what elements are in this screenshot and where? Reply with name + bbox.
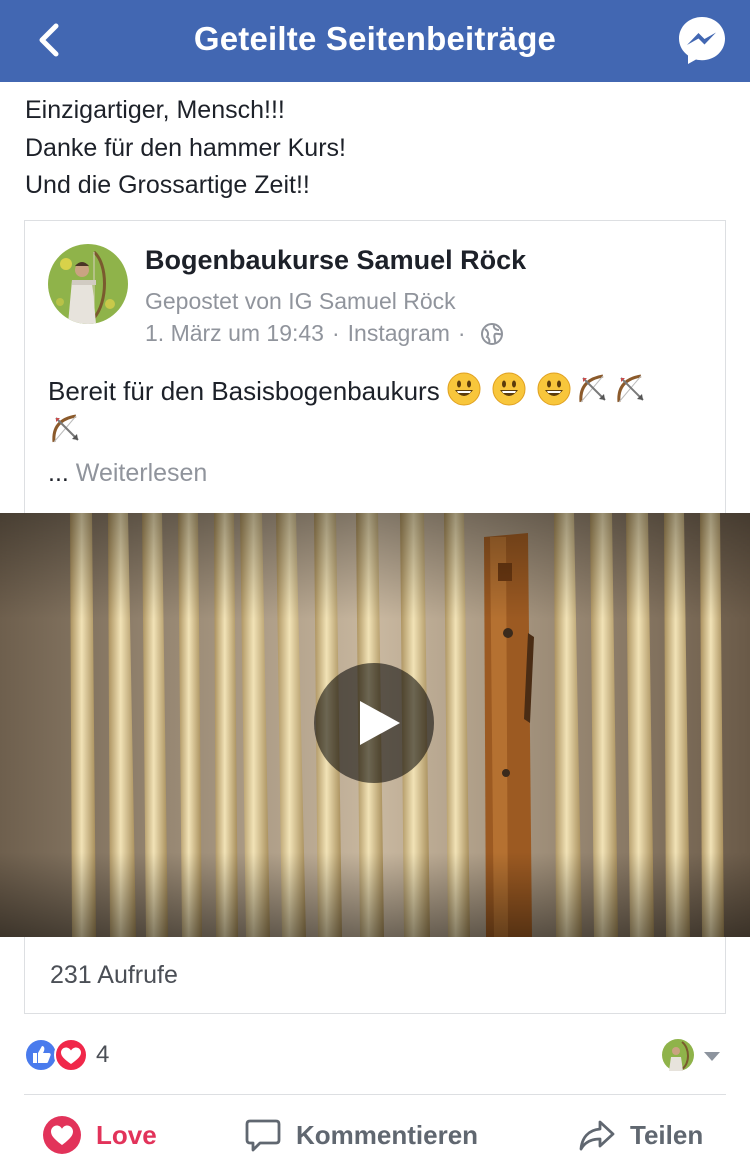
bow-and-arrow-emoji-icon bbox=[579, 374, 607, 403]
share-button[interactable]: Teilen bbox=[578, 1110, 703, 1160]
meta-separator: · bbox=[331, 320, 340, 346]
like-icon bbox=[24, 1038, 58, 1072]
ellipsis: ... bbox=[48, 459, 69, 487]
read-more-link[interactable]: Weiterlesen bbox=[76, 459, 208, 487]
comment-button[interactable]: Kommentieren bbox=[244, 1110, 478, 1160]
page-avatar[interactable] bbox=[48, 244, 128, 324]
viewer-avatar-dropdown bbox=[662, 1039, 720, 1071]
page-title: Geteilte Seitenbeiträge bbox=[193, 20, 557, 57]
reactions-summary[interactable]: 4 bbox=[24, 1038, 109, 1072]
reaction-count: 4 bbox=[96, 1041, 110, 1068]
avatar bbox=[662, 1039, 694, 1071]
play-button[interactable] bbox=[314, 663, 434, 783]
globe-icon bbox=[480, 322, 503, 345]
comment-icon bbox=[245, 1119, 281, 1152]
reaction-as-selector[interactable] bbox=[662, 1038, 726, 1072]
messenger-icon bbox=[679, 17, 725, 64]
posted-by-text: Gepostet von IG Samuel Röck bbox=[145, 288, 456, 314]
read-more: ... Weiterlesen bbox=[48, 459, 207, 488]
page-avatar-photo bbox=[48, 244, 128, 324]
play-icon bbox=[314, 663, 434, 783]
divider bbox=[24, 1094, 726, 1095]
share-label: Teilen bbox=[630, 1119, 704, 1150]
view-count: 231 Aufrufe bbox=[50, 961, 178, 989]
top-bar: Geteilte Seitenbeiträge bbox=[0, 0, 750, 82]
post-body: Bereit für den Basisbogenbaukurs bbox=[48, 371, 698, 451]
post-meta: 1. März um 19:43 · Instagram · bbox=[145, 320, 504, 347]
shared-post-text: Einzigartiger, Mensch!!! Danke für den h… bbox=[25, 92, 725, 205]
page-name-link[interactable]: Bogenbaukurse Samuel Röck bbox=[145, 245, 526, 276]
smiley-emoji-icon bbox=[537, 372, 571, 406]
love-button[interactable]: Love bbox=[42, 1110, 157, 1160]
love-label: Love bbox=[96, 1119, 157, 1150]
shared-post-card[interactable]: Bogenbaukurse Samuel Röck Gepostet von I… bbox=[0, 220, 750, 1014]
smiley-emoji-icon bbox=[492, 372, 526, 406]
heart-icon bbox=[54, 1038, 88, 1072]
shared-text-line: Danke für den hammer Kurs! bbox=[25, 133, 346, 162]
bow-and-arrow-emoji-icon bbox=[617, 374, 645, 403]
video-player[interactable] bbox=[0, 513, 750, 937]
love-icon bbox=[43, 1116, 81, 1154]
messenger-button[interactable] bbox=[674, 12, 730, 68]
share-icon bbox=[579, 1120, 615, 1151]
bow-and-arrow-emoji-icon bbox=[52, 414, 79, 443]
post-body-text: Bereit für den Basisbogenbaukurs bbox=[48, 376, 440, 406]
post-source: Instagram bbox=[347, 320, 450, 346]
chevron-down-icon bbox=[704, 1052, 720, 1061]
shared-text-line: Und die Grossartige Zeit!! bbox=[25, 171, 310, 199]
meta-separator: · bbox=[457, 320, 466, 346]
shared-text-line: Einzigartiger, Mensch!!! bbox=[25, 96, 285, 124]
reaction-icons bbox=[24, 1038, 88, 1072]
post-date[interactable]: 1. März um 19:43 bbox=[145, 320, 324, 347]
smiley-emoji-icon bbox=[447, 372, 481, 406]
comment-label: Kommentieren bbox=[296, 1119, 479, 1150]
